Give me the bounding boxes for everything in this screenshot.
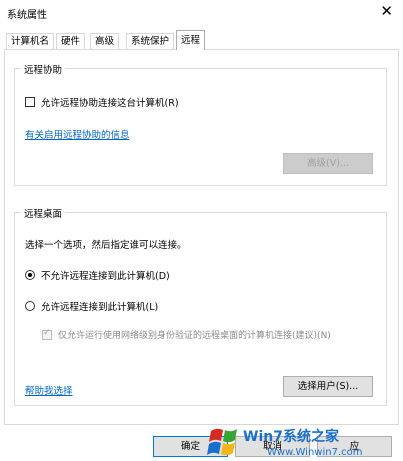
remote-assistance-checkbox-row[interactable]: 允许远程协助连接这台计算机(R) bbox=[25, 95, 179, 109]
title-bar: 系统属性 ✕ bbox=[0, 0, 403, 26]
watermark-url: Www.Winwin7.com bbox=[267, 447, 362, 458]
remote-desktop-group: 远程桌面 选择一个选项，然后指定谁可以连接。 不允许远程连接到此计算机(D) 允… bbox=[14, 206, 387, 406]
tab-system-protection[interactable]: 系统保护 bbox=[126, 33, 175, 50]
radio-allow[interactable] bbox=[25, 301, 35, 311]
advanced-button[interactable]: 高级(V)... bbox=[283, 153, 373, 174]
close-icon[interactable]: ✕ bbox=[380, 2, 393, 20]
winwin7-watermark-logo: Win7系统之家 Www.Winwin7.com bbox=[207, 428, 362, 458]
tab-remote[interactable]: 远程 bbox=[176, 30, 206, 50]
remote-assistance-checkbox[interactable] bbox=[25, 97, 35, 107]
radio-allow-label[interactable]: 允许远程连接到此计算机(L) bbox=[41, 302, 158, 313]
windows-flag-icon bbox=[207, 428, 237, 456]
remote-assistance-title: 远程协助 bbox=[21, 62, 66, 76]
radio-option-allow[interactable]: 允许远程连接到此计算机(L) bbox=[25, 299, 158, 313]
radio-option-deny[interactable]: 不允许远程连接到此计算机(D) bbox=[25, 268, 170, 282]
nla-checkbox-row: 仅允许运行使用网络级别身份验证的远程桌面的计算机连接(建议)(N) bbox=[42, 328, 331, 341]
window-title: 系统属性 bbox=[7, 10, 47, 21]
radio-deny-label[interactable]: 不允许远程连接到此计算机(D) bbox=[41, 271, 170, 282]
tab-panel-remote: 远程协助 允许远程协助连接这台计算机(R) 有关启用远程协助的信息 高级(V).… bbox=[4, 49, 399, 425]
tab-advanced[interactable]: 高级 bbox=[90, 33, 120, 50]
radio-deny[interactable] bbox=[25, 270, 35, 280]
help-me-choose-link[interactable]: 帮助我选择 bbox=[25, 383, 73, 397]
select-users-button[interactable]: 选择用户(S)... bbox=[283, 376, 373, 397]
remote-assistance-group: 远程协助 允许远程协助连接这台计算机(R) 有关启用远程协助的信息 高级(V).… bbox=[14, 62, 387, 186]
nla-checkbox bbox=[42, 328, 52, 340]
watermark-brand: Win7系统之家 bbox=[243, 428, 340, 445]
remote-assistance-checkbox-label[interactable]: 允许远程协助连接这台计算机(R) bbox=[41, 98, 179, 109]
nla-checkbox-label: 仅允许运行使用网络级别身份验证的远程桌面的计算机连接(建议)(N) bbox=[58, 331, 331, 341]
tab-hardware[interactable]: 硬件 bbox=[56, 33, 86, 50]
remote-desktop-title: 远程桌面 bbox=[21, 206, 66, 220]
remote-desktop-instruction: 选择一个选项，然后指定谁可以连接。 bbox=[25, 240, 187, 251]
remote-assistance-info-link[interactable]: 有关启用远程协助的信息 bbox=[25, 127, 130, 141]
tab-computer-name[interactable]: 计算机名 bbox=[6, 33, 55, 50]
